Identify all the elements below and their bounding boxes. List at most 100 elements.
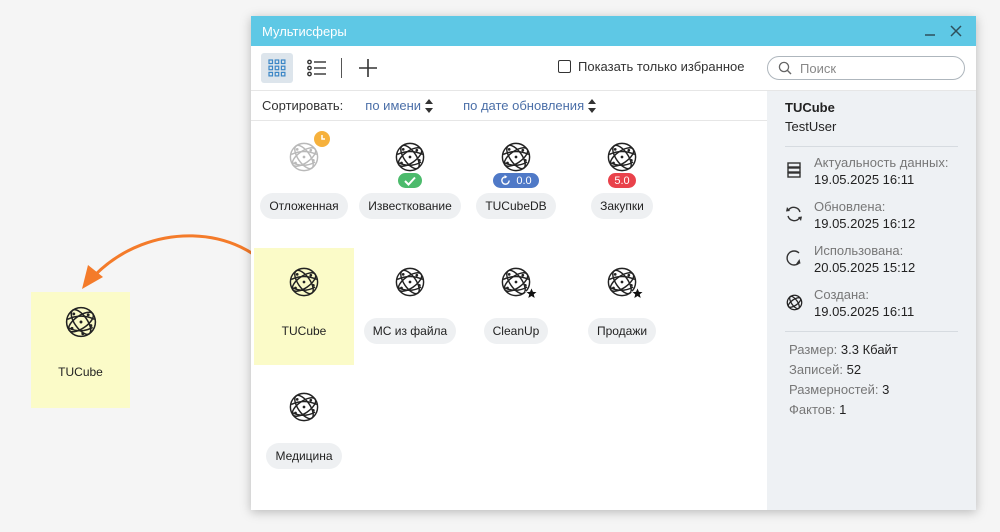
list-view-button[interactable]	[301, 53, 333, 83]
divider	[785, 331, 958, 332]
multisphere-tile-prodazhi[interactable]: Продажи	[572, 248, 672, 365]
multisphere-tile-cleanup[interactable]: CleanUp	[466, 248, 566, 365]
tile-label: Отложенная	[260, 193, 348, 219]
divider	[785, 146, 958, 147]
prop-used: Использована: 20.05.2025 15:12	[785, 243, 958, 276]
stat-records-value: 52	[846, 362, 862, 377]
version-badge-error: 5.0	[608, 173, 636, 188]
prop-updated-label: Обновлена:	[814, 199, 886, 214]
details-user: TestUser	[785, 119, 837, 134]
title-bar[interactable]: Мультисферы	[251, 16, 976, 46]
prop-created-label: Создана:	[814, 287, 869, 302]
clock-icon	[314, 131, 330, 147]
globe-icon	[785, 293, 803, 311]
globe-icon	[289, 267, 319, 297]
multisphere-tile-izvestkovanie[interactable]: Известкование	[359, 123, 461, 240]
tile-label: TUCubeDB	[476, 193, 556, 219]
stat-size-value: 3.3 Кбайт	[840, 342, 898, 357]
toolbar-separator	[341, 58, 342, 78]
drag-ghost-label: TUCube	[58, 365, 103, 379]
tile-label: CleanUp	[483, 318, 549, 344]
grid-icon	[268, 59, 286, 77]
drag-ghost-tucube[interactable]: TUCube	[31, 292, 130, 408]
details-name: TUCube	[785, 100, 835, 115]
search-box[interactable]	[767, 56, 965, 80]
version-badge-text: 0.0	[516, 174, 532, 187]
multisphere-icon	[284, 262, 324, 302]
grid-view-button[interactable]	[261, 53, 293, 83]
multisphere-tile-tucube[interactable]: TUCube	[254, 248, 354, 365]
used-icon	[785, 249, 803, 267]
star-icon	[631, 287, 644, 300]
globe-icon	[63, 304, 99, 343]
sort-bar: Сортировать: по имени по дате обновления	[251, 91, 767, 121]
multisphere-icon	[390, 137, 430, 188]
sort-by-date-label: по дате обновления	[463, 98, 585, 113]
sort-by-date[interactable]: по дате обновления	[463, 98, 597, 113]
multisphere-tile-from-file[interactable]: МС из файла	[360, 248, 460, 365]
tile-label: Известкование	[359, 193, 461, 219]
multisphere-tile-zakupki[interactable]: 5.0 Закупки	[572, 123, 672, 240]
minimize-button[interactable]	[920, 21, 940, 41]
sort-arrows-icon	[425, 98, 434, 113]
globe-icon	[395, 267, 425, 297]
add-button[interactable]	[352, 53, 384, 83]
stat-records: Записей: 52	[789, 362, 862, 377]
refresh-icon	[501, 175, 511, 185]
tile-label: Продажи	[587, 318, 657, 344]
multisphere-icon	[496, 262, 538, 302]
multisphere-icon: 0.0	[493, 137, 539, 188]
multispheres-area: Сортировать: по имени по дате обновления	[251, 91, 767, 510]
globe-icon	[395, 142, 425, 172]
prop-updated: Обновлена: 19.05.2025 16:12	[785, 199, 958, 232]
multispheres-window: Мультисферы Показать только избранное По…	[251, 16, 976, 510]
prop-actuality: Актуальность данных: 19.05.2025 16:11	[785, 155, 958, 188]
tile-label: МС из файла	[363, 318, 457, 344]
stat-facts: Фактов: 1	[789, 402, 847, 417]
prop-created: Создана: 19.05.2025 16:11	[785, 287, 958, 320]
multisphere-tile-tucubedb[interactable]: 0.0 TUCubeDB	[466, 123, 566, 240]
stat-facts-value: 1	[839, 402, 847, 417]
close-button[interactable]	[946, 21, 966, 41]
sort-by-name-label: по имени	[365, 98, 422, 113]
search-input[interactable]	[800, 60, 950, 76]
window-title: Мультисферы	[262, 23, 347, 39]
search-icon	[778, 61, 792, 75]
multisphere-tile-deferred[interactable]: Отложенная	[254, 123, 354, 240]
multisphere-icon	[284, 387, 324, 427]
favorites-only-label: Показать только избранное	[578, 59, 745, 74]
prop-used-value: 20.05.2025 15:12	[814, 260, 916, 275]
toolbar: Показать только избранное	[251, 46, 976, 91]
close-icon	[950, 25, 962, 37]
prop-updated-value: 19.05.2025 16:12	[814, 216, 916, 231]
stat-size: Размер: 3.3 Кбайт	[789, 342, 898, 357]
globe-icon	[607, 142, 637, 172]
sort-label: Сортировать:	[262, 98, 344, 113]
multisphere-icon	[602, 262, 644, 302]
globe-icon	[501, 142, 531, 172]
star-icon	[525, 287, 538, 300]
sync-icon	[785, 205, 803, 223]
stat-dimensions-value: 3	[882, 382, 890, 397]
prop-used-label: Использована:	[814, 243, 904, 258]
plus-icon	[359, 59, 377, 77]
version-badge: 0.0	[493, 173, 539, 188]
multisphere-icon	[284, 131, 330, 177]
check-icon	[404, 176, 416, 186]
prop-actuality-value: 19.05.2025 16:11	[814, 172, 915, 187]
sort-by-name[interactable]: по имени	[365, 98, 434, 113]
favorites-only-checkbox[interactable]: Показать только избранное	[558, 59, 744, 74]
minimize-icon	[925, 34, 935, 36]
tile-label: Медицина	[266, 443, 342, 469]
tile-label: Закупки	[591, 193, 653, 219]
checkbox-box[interactable]	[558, 60, 571, 73]
multisphere-icon	[390, 262, 430, 302]
database-icon	[785, 161, 803, 179]
details-panel: TUCube TestUser Актуальность данных: 19.…	[767, 91, 976, 510]
prop-actuality-label: Актуальность данных:	[814, 155, 949, 170]
sort-arrows-icon	[588, 98, 597, 113]
list-icon	[307, 59, 326, 77]
tile-label: TUCube	[281, 324, 327, 338]
multisphere-tile-medicina[interactable]: Медицина	[254, 373, 354, 490]
status-badge-ok	[398, 173, 422, 188]
